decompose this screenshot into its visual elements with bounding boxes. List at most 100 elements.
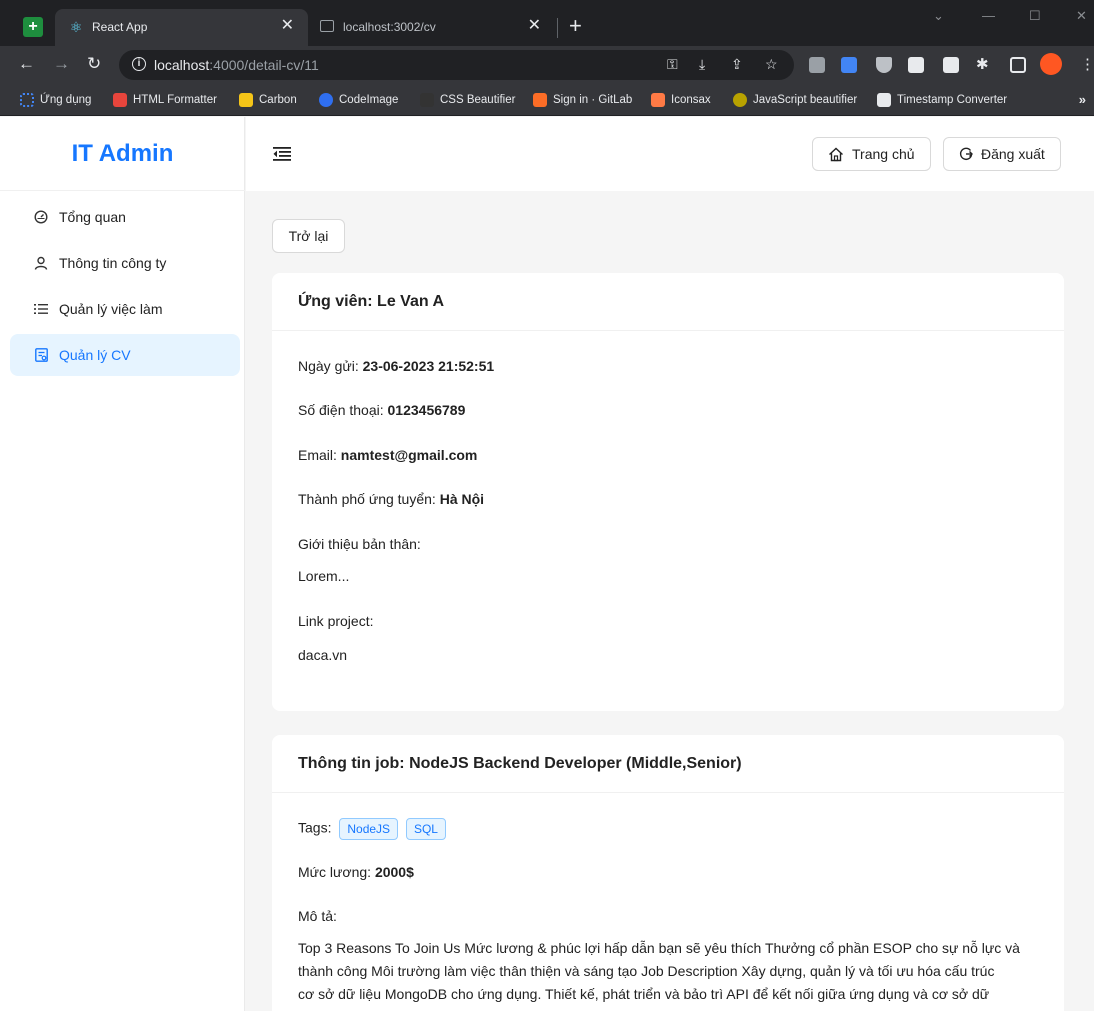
side-panel-icon[interactable]: [1010, 57, 1026, 73]
translate-extension-icon[interactable]: [841, 57, 857, 73]
logout-button-label: Đăng xuất: [981, 146, 1045, 162]
minimize-icon[interactable]: —: [982, 8, 995, 23]
bookmark-js-beautifier[interactable]: JavaScript beautifier: [733, 91, 857, 109]
browser-tab-bar: + ⚛ React App ✕ localhost:3002/cv ✕ + ⌄ …: [0, 0, 1094, 46]
bookmark-html-formatter[interactable]: HTML Formatter: [113, 91, 217, 109]
top-header: Trang chủ Đăng xuất: [246, 117, 1094, 191]
url-text: localhost:4000/detail-cv/11: [154, 57, 319, 73]
puzzle-extensions-icon[interactable]: ✱: [976, 55, 992, 73]
logout-button[interactable]: Đăng xuất: [943, 137, 1061, 171]
info-icon[interactable]: i: [132, 57, 146, 71]
shield-extension-icon[interactable]: [876, 57, 892, 73]
sheets-app-icon[interactable]: +: [23, 17, 43, 37]
sidebar-item-quan-ly-cv[interactable]: Quản lý CV: [10, 334, 240, 376]
tab-title: localhost:3002/cv: [343, 20, 436, 34]
project-label: Link project:: [298, 613, 374, 629]
sidebar-item-label: Quản lý CV: [59, 347, 131, 363]
home-button-label: Trang chủ: [852, 146, 915, 162]
sidebar-item-thong-tin-cong-ty[interactable]: Thông tin công ty: [10, 242, 240, 284]
new-tab-icon[interactable]: +: [569, 13, 582, 39]
salary-row: Mức lương: 2000$: [298, 864, 414, 880]
file-icon: [33, 347, 49, 363]
browser-toolbar: ← → ↻ i localhost:4000/detail-cv/11 ⚿ ⤓ …: [0, 46, 1094, 84]
react-icon: ⚛: [69, 19, 83, 35]
tab-react-app[interactable]: ⚛ React App ✕: [55, 9, 308, 46]
bookmark-gitlab[interactable]: Sign in · GitLab: [533, 91, 632, 109]
job-card: Thông tin job: NodeJS Backend Developer …: [272, 735, 1064, 1011]
bookmark-iconsax[interactable]: Iconsax: [651, 91, 711, 109]
bookmark-css-beautifier[interactable]: CSS Beautifier: [420, 91, 515, 109]
apps-grid-icon: [20, 93, 34, 107]
iconsax-icon: [651, 93, 665, 107]
main-content: Trở lại Ứng viên: Le Van A Ngày gửi: 23-…: [246, 191, 1094, 1011]
sidebar: IT Admin Tổng quan Thông tin công ty Quả…: [0, 117, 245, 1011]
logout-icon: [959, 147, 973, 161]
project-link[interactable]: daca.vn: [298, 647, 347, 663]
tab-title: React App: [92, 20, 148, 34]
close-window-icon[interactable]: ✕: [1076, 8, 1087, 24]
gitlab-icon: [533, 93, 547, 107]
tag-badge: SQL: [405, 818, 446, 840]
sidebar-item-tong-quan[interactable]: Tổng quan: [10, 196, 240, 238]
user-icon: [33, 255, 49, 271]
intro-value: Lorem...: [298, 568, 350, 584]
list-icon: [33, 301, 49, 317]
carbon-icon: [239, 93, 253, 107]
bookmark-carbon[interactable]: Carbon: [239, 91, 297, 109]
key-icon[interactable]: ⚿: [667, 56, 678, 73]
forward-arrow-icon[interactable]: →: [53, 55, 70, 73]
description-line: Top 3 Reasons To Join Us Mức lương & phú…: [298, 940, 1020, 956]
home-button[interactable]: Trang chủ: [812, 137, 931, 171]
sidebar-item-label: Tổng quan: [59, 209, 126, 225]
submit-date-row: Ngày gửi: 23-06-2023 21:52:51: [298, 358, 495, 374]
reload-icon[interactable]: ↻: [87, 55, 101, 73]
candidate-card: Ứng viên: Le Van A Ngày gửi: 23-06-2023 …: [272, 273, 1064, 711]
camera-extension-icon[interactable]: [809, 57, 825, 73]
phone-row: Số điện thoại: 0123456789: [298, 402, 466, 418]
home-icon: [828, 147, 844, 162]
back-arrow-icon[interactable]: ←: [18, 55, 35, 73]
page-icon: [320, 20, 334, 32]
back-button[interactable]: Trở lại: [272, 219, 345, 253]
address-bar[interactable]: i localhost:4000/detail-cv/11 ⚿ ⤓ ⇪ ☆: [119, 50, 794, 80]
css-beautifier-icon: [420, 93, 434, 107]
tab-localhost-cv[interactable]: localhost:3002/cv ✕: [308, 9, 555, 46]
description-line: thành công Môi trường làm việc thân thiệ…: [298, 963, 995, 979]
sidebar-item-quan-ly-viec-lam[interactable]: Quản lý việc làm: [10, 288, 240, 330]
bookmark-codeimage[interactable]: CodeImage: [319, 91, 398, 109]
city-row: Thành phố ứng tuyển: Hà Nội: [298, 491, 485, 507]
tag-badge: NodeJS: [339, 818, 399, 840]
description-text: Top 3 Reasons To Join Us Mức lương & phú…: [298, 937, 1040, 1006]
maximize-icon[interactable]: ☐: [1029, 8, 1041, 24]
html-formatter-icon: [113, 93, 127, 107]
bookmarks-bar: Ứng dụng HTML Formatter Carbon CodeImage…: [0, 84, 1094, 116]
bookmark-timestamp-converter[interactable]: Timestamp Converter: [877, 91, 1007, 109]
description-line: cơ sở dữ liệu MongoDB cho ứng dụng. Thiế…: [298, 986, 990, 1002]
sidebar-item-label: Quản lý việc làm: [59, 301, 163, 317]
screen-extension-icon[interactable]: [943, 57, 959, 73]
admin-app: IT Admin Tổng quan Thông tin công ty Quả…: [0, 117, 1094, 1011]
close-tab-icon[interactable]: ✕: [528, 17, 541, 35]
more-vertical-icon[interactable]: ⋮: [1080, 56, 1094, 74]
star-icon[interactable]: ☆: [765, 56, 778, 73]
intro-label: Giới thiệu bản thân:: [298, 536, 421, 552]
description-label: Mô tả:: [298, 908, 337, 924]
avatar[interactable]: [1040, 53, 1062, 75]
share-icon[interactable]: ⇪: [731, 56, 743, 73]
tags-row: Tags: NodeJS SQL: [298, 818, 446, 840]
codeimage-icon: [319, 93, 333, 107]
more-bookmarks-icon[interactable]: »: [1079, 92, 1086, 107]
menu-fold-icon[interactable]: [273, 147, 291, 161]
candidate-card-title: Ứng viên: Le Van A: [272, 273, 1064, 331]
qr-extension-icon[interactable]: [908, 57, 924, 73]
install-icon[interactable]: ⤓: [699, 56, 705, 73]
bookmark-ung-dung[interactable]: Ứng dụng: [20, 91, 91, 109]
sidebar-item-label: Thông tin công ty: [59, 255, 167, 271]
timestamp-icon: [877, 93, 891, 107]
chevron-down-icon[interactable]: ⌄: [933, 8, 944, 24]
dashboard-icon: [33, 209, 49, 225]
close-tab-icon[interactable]: ✕: [281, 17, 294, 35]
job-card-title: Thông tin job: NodeJS Backend Developer …: [272, 735, 1064, 793]
js-beautifier-icon: [733, 93, 747, 107]
logo[interactable]: IT Admin: [0, 117, 245, 191]
